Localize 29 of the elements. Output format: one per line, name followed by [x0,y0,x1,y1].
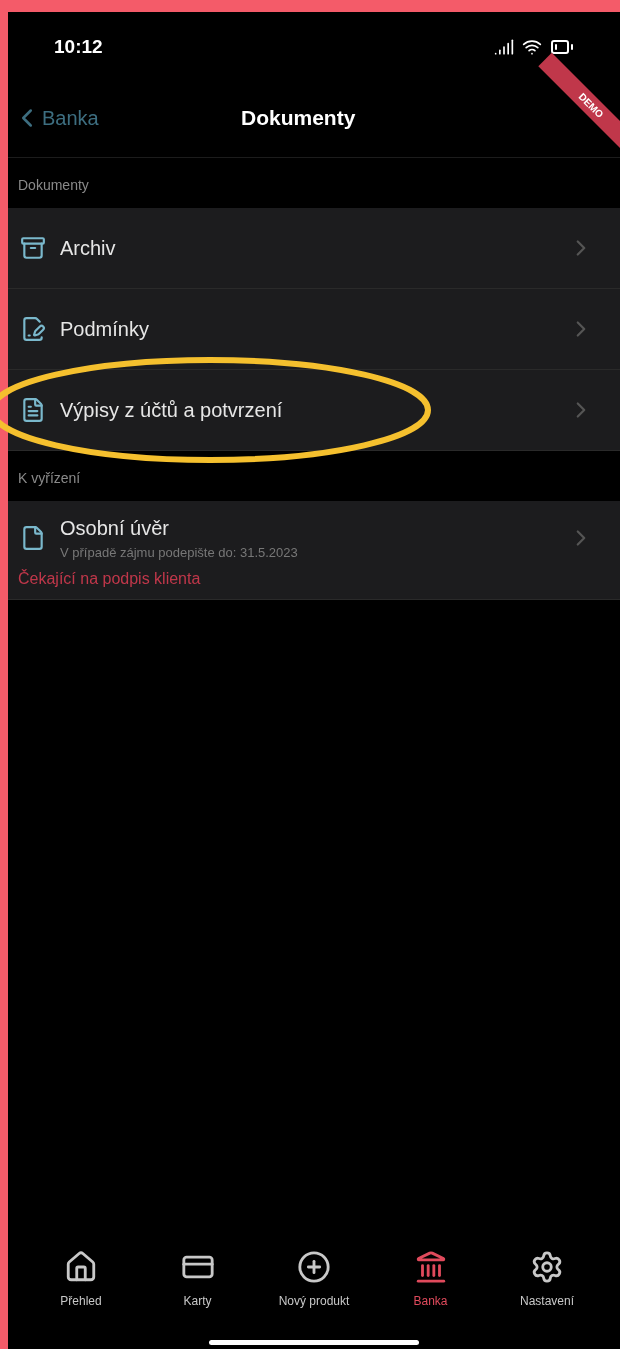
section-header: Dokumenty [18,176,89,195]
item-status: Čekající na podpis klienta [18,568,202,589]
signature-icon [20,316,46,342]
list-item[interactable]: Osobní úvěr V případě zájmu podepište do: 31.5.2023 Čekající na podpis klienta [8,501,620,600]
tab-item[interactable]: Nový produkt [259,1250,369,1310]
document-icon [20,397,46,423]
signal-icon [494,37,514,57]
wifi-icon [522,37,542,57]
home-icon [64,1250,98,1284]
list-item[interactable]: Archiv [8,208,620,289]
tab-item[interactable]: Karty [142,1250,253,1310]
item-label: Archiv [60,236,116,261]
section-header: K vyřízení [18,469,81,488]
item-label: Osobní úvěr [60,516,170,541]
item-label: Výpisy z účtů a potvrzení [60,398,283,423]
archive-icon [20,235,46,261]
item-subtitle: V případě zájmu podepište do: 31.5.2023 [60,544,298,562]
list-item[interactable]: Podmínky [8,289,620,370]
plus-icon [297,1250,331,1284]
list-item[interactable]: Výpisy z účtů a potvrzení [8,370,620,451]
status-time: 10:12 [54,34,103,59]
back-button[interactable]: Banka [8,102,99,133]
item-label: Podmínky [60,317,149,342]
document-icon [20,524,46,551]
settings-icon [530,1250,564,1284]
screen-title: Dokumenty [241,104,356,131]
tab-item[interactable]: Nastavení [492,1250,602,1310]
tab-item[interactable]: Banka [375,1250,486,1310]
tab-item[interactable]: Přehled [26,1250,136,1310]
